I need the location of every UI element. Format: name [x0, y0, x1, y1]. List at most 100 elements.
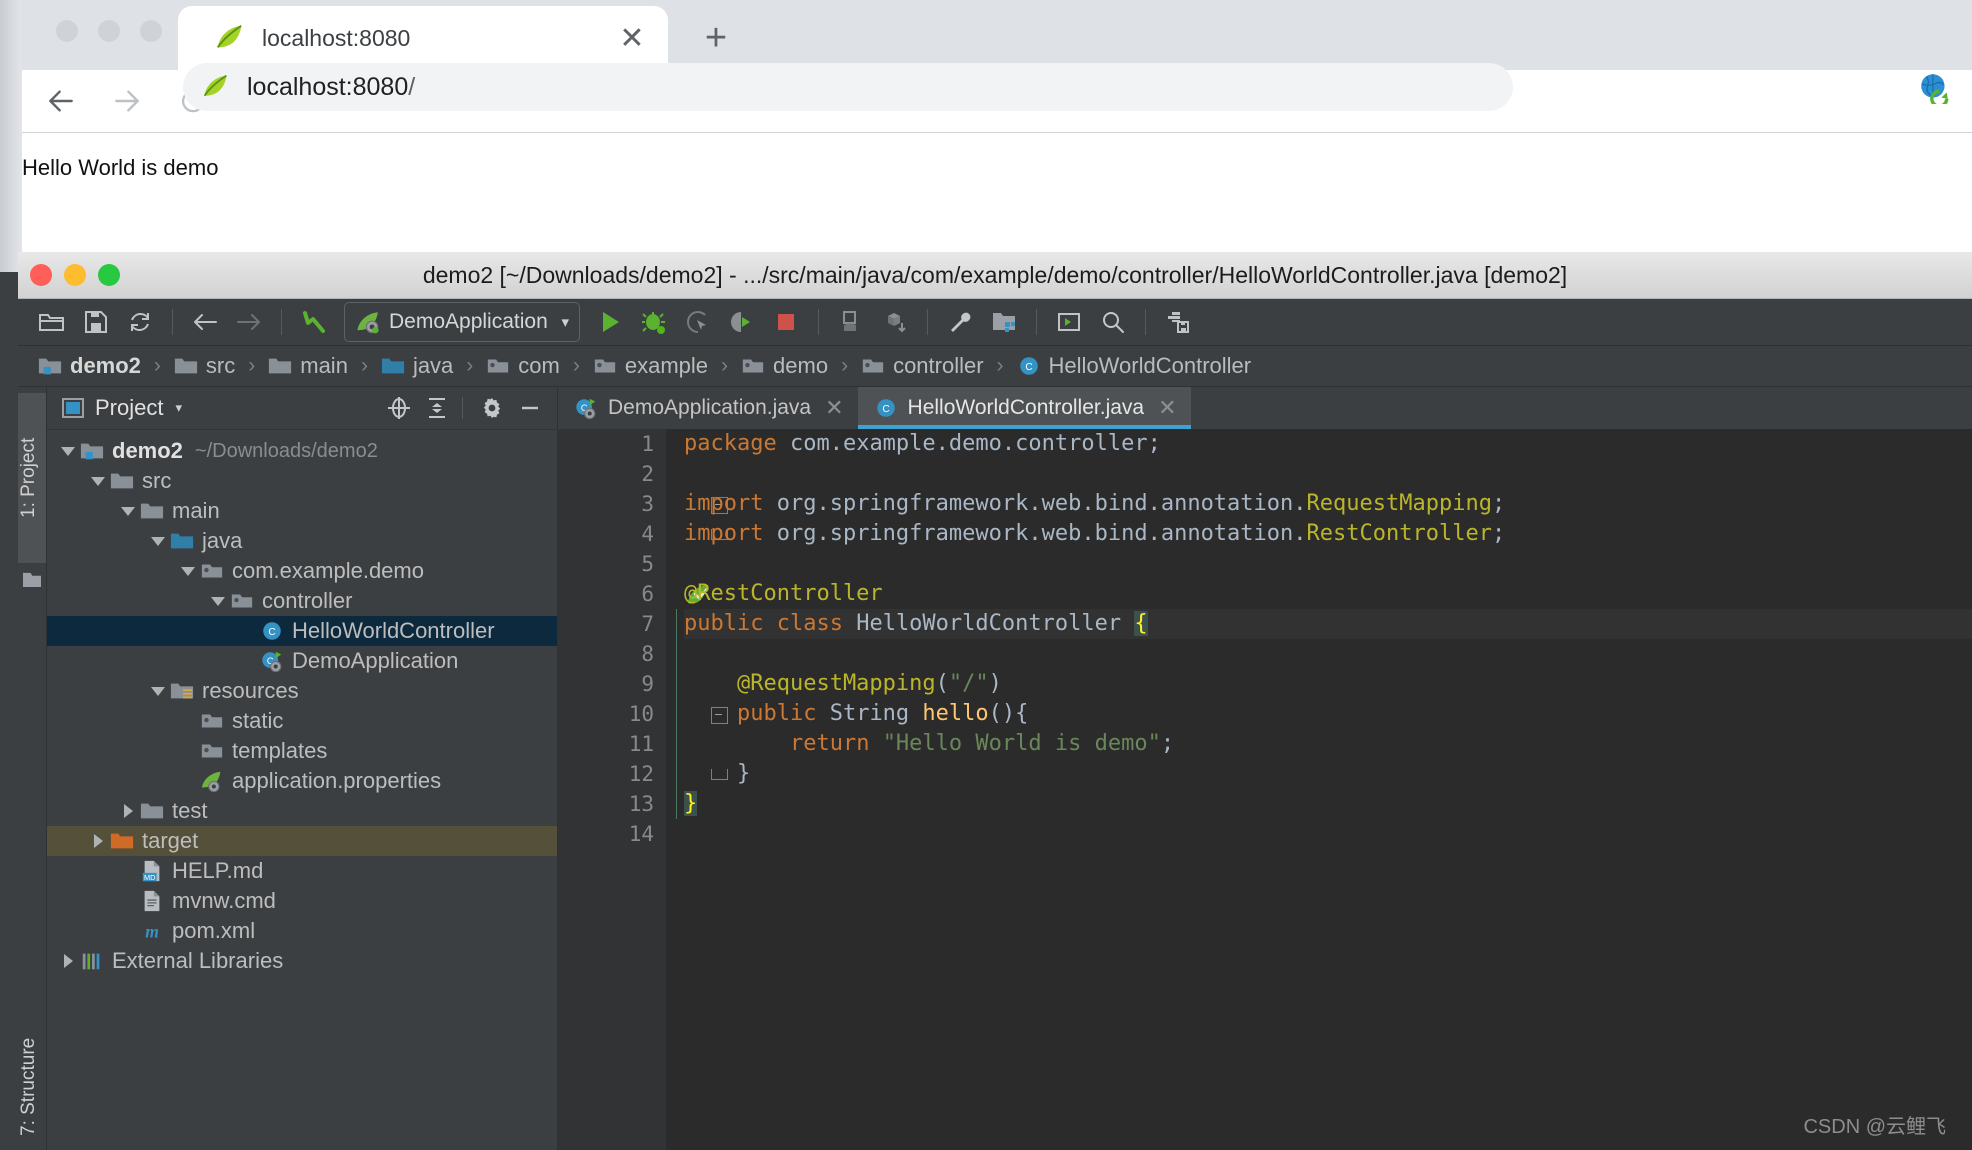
forward-arrow-icon[interactable]	[100, 74, 154, 128]
open-project-icon[interactable]	[30, 302, 74, 342]
terminal-icon[interactable]	[1047, 302, 1091, 342]
editor-tab-demoapplication-java[interactable]: C DemoApplication.java ✕	[558, 387, 858, 429]
code-line-8[interactable]	[684, 639, 1972, 669]
gutter-line-8[interactable]: 8	[558, 639, 666, 669]
tree-item-demo2[interactable]: demo2 ~/Downloads/demo2	[47, 436, 557, 466]
save-all-icon[interactable]	[74, 302, 118, 342]
tree-item-application-properties[interactable]: application.properties	[47, 766, 557, 796]
debug-icon[interactable]	[632, 302, 676, 342]
stop-icon[interactable]	[764, 302, 808, 342]
tree-item-external-libraries[interactable]: External Libraries	[47, 946, 557, 976]
browser-tab-localhost[interactable]: localhost:8080 ✕	[178, 6, 668, 70]
gutter-line-4[interactable]: 4	[558, 519, 728, 549]
project-tree[interactable]: demo2 ~/Downloads/demo2 src main java com.exa…	[47, 430, 557, 1150]
tree-item-src[interactable]: src	[47, 466, 557, 496]
gutter-line-3[interactable]: 3	[558, 489, 728, 519]
breadcrumb-item-com[interactable]: com	[482, 353, 564, 379]
code-line-7[interactable]: public class HelloWorldController {	[684, 609, 1972, 639]
chevron-down-icon[interactable]	[57, 436, 79, 466]
breadcrumb-item-main[interactable]: main	[264, 353, 352, 379]
sidebar-item-structure[interactable]: 7: Structure	[18, 1007, 46, 1150]
breadcrumb-item-helloworldcontroller[interactable]: C HelloWorldController	[1013, 353, 1256, 379]
database-icon[interactable]	[1156, 302, 1200, 342]
gutter-line-2[interactable]: 2	[558, 459, 666, 489]
editor-gutter[interactable]: 1234567C891011121314	[558, 429, 728, 1150]
window-control-zoom[interactable]	[140, 20, 162, 42]
editor-tab-helloworldcontroller-java[interactable]: C HelloWorldController.java ✕	[857, 387, 1191, 429]
run-with-coverage-icon[interactable]	[676, 302, 720, 342]
search-everywhere-icon[interactable]	[1091, 302, 1135, 342]
tree-item-static[interactable]: static	[47, 706, 557, 736]
chevron-down-icon[interactable]	[207, 586, 229, 616]
code-line-13[interactable]: }	[684, 789, 1972, 819]
gutter-line-13[interactable]: 13	[558, 789, 666, 819]
hide-icon[interactable]	[513, 391, 547, 425]
gutter-line-12[interactable]: 12	[558, 759, 728, 789]
gutter-line-10[interactable]: 10	[558, 699, 728, 729]
window-control-minimize[interactable]	[98, 20, 120, 42]
tree-item-demoapplication[interactable]: C DemoApplication	[47, 646, 557, 676]
run-icon[interactable]	[588, 302, 632, 342]
breadcrumb-item-demo2[interactable]: demo2	[34, 353, 145, 379]
gutter-line-11[interactable]: 11	[558, 729, 666, 759]
code-editor[interactable]: 1234567C891011121314 package com.example…	[558, 429, 1972, 1150]
gutter-line-1[interactable]: 1	[558, 429, 666, 459]
code-text[interactable]: package com.example.demo.controller; imp…	[666, 429, 1972, 1150]
breadcrumb-item-controller[interactable]: controller	[857, 353, 987, 379]
window-control-close[interactable]	[56, 20, 78, 42]
code-line-1[interactable]: package com.example.demo.controller;	[684, 429, 1972, 459]
collapse-all-icon[interactable]	[420, 391, 454, 425]
code-line-12[interactable]: }	[684, 759, 1972, 789]
settings-wrench-icon[interactable]	[938, 302, 982, 342]
tree-item-test[interactable]: test	[47, 796, 557, 826]
gutter-line-7[interactable]: 7C	[558, 609, 708, 639]
tree-item-help-md[interactable]: MD HELP.md	[47, 856, 557, 886]
address-bar[interactable]: localhost:8080/	[183, 63, 1513, 111]
chevron-right-icon[interactable]	[87, 826, 109, 856]
new-tab-button[interactable]: +	[694, 16, 738, 60]
tree-item-pom-xml[interactable]: m pom.xml	[47, 916, 557, 946]
back-icon[interactable]	[183, 302, 227, 342]
breadcrumb-item-example[interactable]: example	[589, 353, 712, 379]
pull-icon[interactable]	[873, 302, 917, 342]
code-line-2[interactable]	[684, 459, 1972, 489]
chevron-down-icon[interactable]	[147, 676, 169, 706]
close-icon[interactable]: ✕	[825, 397, 843, 419]
code-line-4[interactable]: import org.springframework.web.bind.anno…	[684, 519, 1972, 549]
chevron-down-icon[interactable]	[87, 466, 109, 496]
globe-translate-icon[interactable]	[1918, 70, 1952, 108]
code-line-6[interactable]: @RestController	[684, 579, 1972, 609]
back-arrow-icon[interactable]	[34, 74, 88, 128]
chevron-down-icon[interactable]	[117, 496, 139, 526]
gutter-line-14[interactable]: 14	[558, 819, 666, 849]
chevron-down-icon[interactable]	[177, 556, 199, 586]
last-edit-location-icon[interactable]	[292, 302, 336, 342]
tree-item-com-example-demo[interactable]: com.example.demo	[47, 556, 557, 586]
code-line-5[interactable]	[684, 549, 1972, 579]
window-control-close[interactable]	[30, 264, 52, 286]
ide-window-controls[interactable]	[30, 264, 120, 286]
tree-item-templates[interactable]: templates	[47, 736, 557, 766]
sync-icon[interactable]	[118, 302, 162, 342]
browser-window-controls[interactable]	[56, 20, 162, 42]
tree-item-main[interactable]: main	[47, 496, 557, 526]
forward-icon[interactable]	[227, 302, 271, 342]
tree-item-controller[interactable]: controller	[47, 586, 557, 616]
tree-item-helloworldcontroller[interactable]: C HelloWorldController	[47, 616, 557, 646]
gutter-line-9[interactable]: 9	[558, 669, 666, 699]
project-structure-icon[interactable]	[982, 302, 1026, 342]
breadcrumb-item-demo[interactable]: demo	[737, 353, 832, 379]
gutter-line-6[interactable]: 6	[558, 579, 709, 609]
update-application-icon[interactable]	[829, 302, 873, 342]
run-with-profiler-icon[interactable]	[720, 302, 764, 342]
chevron-down-icon[interactable]	[147, 526, 169, 556]
gutter-line-5[interactable]: 5	[558, 549, 666, 579]
close-icon[interactable]: ✕	[610, 16, 654, 60]
gear-icon[interactable]	[475, 391, 509, 425]
tree-item-mvnw-cmd[interactable]: mvnw.cmd	[47, 886, 557, 916]
code-line-14[interactable]	[684, 819, 1972, 849]
run-configuration-selector[interactable]: DemoApplication ▾	[344, 302, 580, 342]
scroll-from-source-icon[interactable]	[382, 391, 416, 425]
chevron-down-icon[interactable]: ▾	[561, 313, 569, 331]
code-line-11[interactable]: return "Hello World is demo";	[684, 729, 1972, 759]
